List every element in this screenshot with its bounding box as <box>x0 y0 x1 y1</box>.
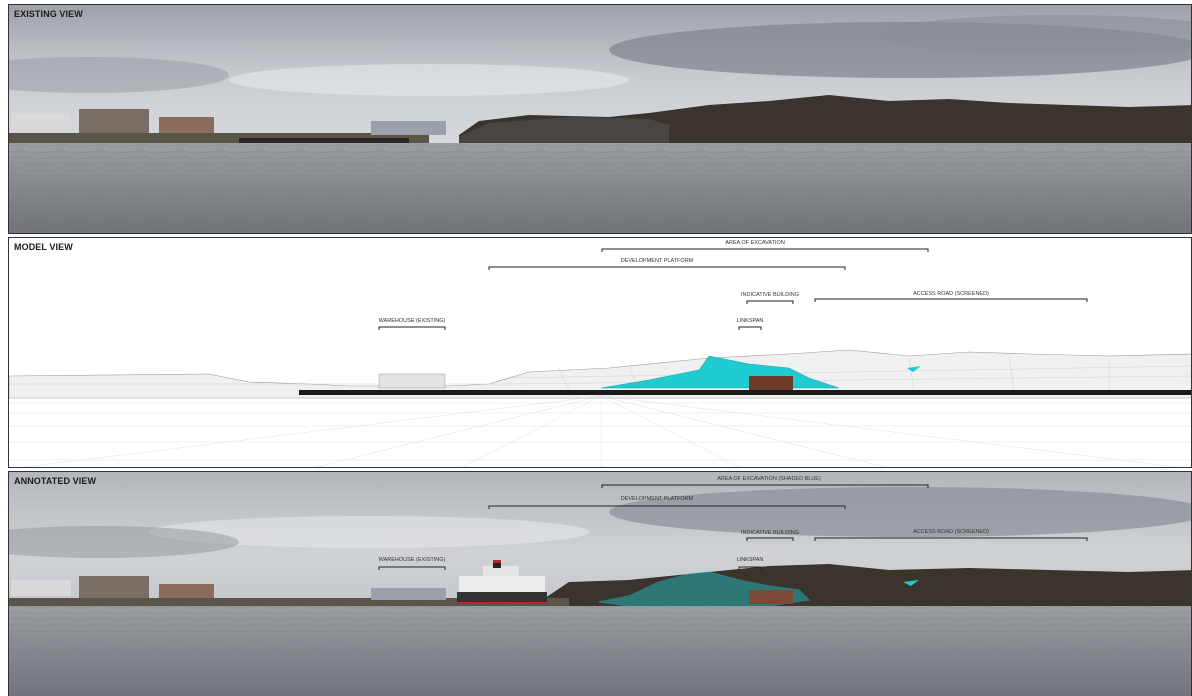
cloud <box>609 487 1191 537</box>
label-warehouse: WAREHOUSE (EXISTING) <box>378 557 446 563</box>
waterline <box>299 390 1191 395</box>
industrial-plant <box>79 109 149 133</box>
existing-view-photo <box>9 5 1191 233</box>
building <box>159 117 214 133</box>
panel-title: EXISTING VIEW <box>14 9 83 19</box>
annotated-view-photo <box>9 472 1191 696</box>
model-view-render <box>9 248 1191 467</box>
building <box>11 580 71 596</box>
warehouse-model <box>378 373 446 389</box>
label-development-platform: DEVELOPMENT PLATFORM <box>620 258 694 264</box>
indicative-building <box>749 376 793 390</box>
building <box>11 113 71 131</box>
label-area-of-excavation: AREA OF EXCAVATION <box>725 240 785 246</box>
indicative-building <box>749 590 793 604</box>
label-warehouse: WAREHOUSE (EXISTING) <box>378 318 446 324</box>
cloud <box>229 64 629 96</box>
industrial-plant <box>79 576 149 598</box>
panel-title: ANNOTATED VIEW <box>14 476 97 486</box>
existing-view-panel: EXISTING VIEW <box>8 4 1192 234</box>
label-indicative-building: INDICATIVE BUILDING <box>741 530 799 536</box>
label-area-of-excavation: AREA OF EXCAVATION (SHADED BLUE) <box>717 476 821 482</box>
panel-title: MODEL VIEW <box>14 242 73 252</box>
label-linkspan: LINKSPAN <box>736 557 764 563</box>
label-development-platform: DEVELOPMENT PLATFORM <box>620 496 694 502</box>
annotation-brackets <box>378 248 1088 330</box>
label-access-road: ACCESS ROAD (SCREENED) <box>913 291 989 297</box>
warehouse <box>371 588 446 600</box>
building <box>159 584 214 598</box>
label-access-road: ACCESS ROAD (SCREENED) <box>913 529 989 535</box>
water-grid <box>9 395 1191 467</box>
annotated-view-panel: ANNOTATED VIEW AREA OF EXCAVATION (SHADE… <box>8 471 1192 696</box>
warehouse <box>371 121 446 135</box>
label-indicative-building: INDICATIVE BUILDING <box>741 292 799 298</box>
label-linkspan: LINKSPAN <box>736 318 764 324</box>
model-view-panel: MODEL VIEW AREA OF EXCAVATION DEVELOPMEN… <box>8 237 1192 468</box>
